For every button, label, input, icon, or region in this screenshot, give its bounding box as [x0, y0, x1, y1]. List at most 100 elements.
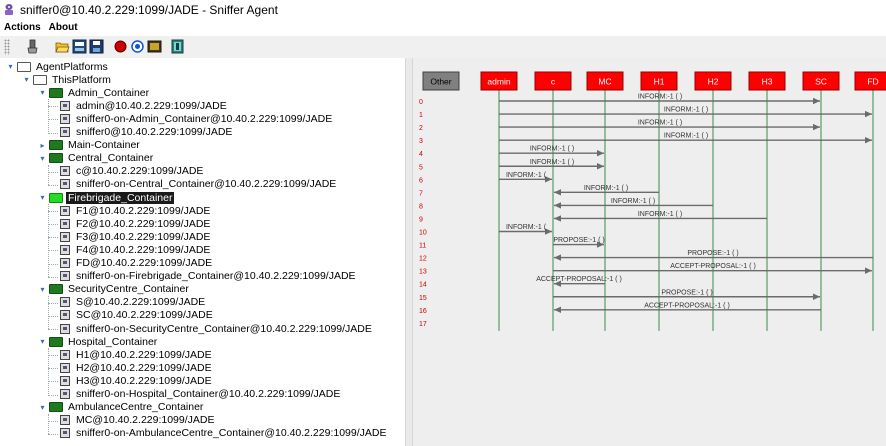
tree-node-label: sniffer0@10.40.2.229:1099/JADE [76, 126, 233, 138]
tree-agent-node[interactable]: F3@10.40.2.229:1099/JADE [60, 230, 212, 243]
container-icon [49, 284, 63, 295]
agent-icon [60, 271, 70, 282]
agent-icon [60, 244, 70, 255]
expanded-toggle-icon[interactable]: ▾ [38, 285, 47, 294]
agent-box-label: H1 [654, 77, 665, 87]
menu-bar: Actions About [0, 19, 886, 35]
tree-folder-node[interactable]: ▾ ThisPlatform [22, 73, 113, 86]
folder-icon [33, 74, 47, 85]
tree-connector-line [48, 106, 58, 108]
sniffer-canvas[interactable]: Other admin c MC H1 H2 H3 SC FD 0 INFORM:-1 ( ) 1 IN… [413, 58, 886, 446]
tree-connector-line [48, 276, 58, 278]
tree-agent-node[interactable]: admin@10.40.2.229:1099/JADE [60, 99, 229, 112]
tree-agent-node[interactable]: sniffer0-on-Central_Container@10.40.2.22… [60, 178, 338, 191]
tree-agent-node[interactable]: c@10.40.2.229:1099/JADE [60, 165, 205, 178]
message-label: PROPOSE:-1 ( ) [661, 289, 712, 296]
title-bar: sniffer0@10.40.2.229:1099/JADE - Sniffer… [0, 0, 886, 19]
expanded-toggle-icon[interactable]: ▾ [6, 62, 15, 71]
tree-agent-node[interactable]: sniffer0-on-SecurityCentre_Container@10.… [60, 322, 374, 335]
message-row-number: 10 [419, 230, 427, 237]
tree-container-node[interactable]: ▾ SecurityCentre_Container [38, 283, 191, 296]
agent-tree[interactable]: ▾ AgentPlatforms ▾ ThisPlatform ▾ Admin_Conta… [0, 58, 405, 446]
collapsed-toggle-icon[interactable]: ▸ [38, 141, 47, 150]
agent-box-label: MC [598, 77, 611, 87]
tree-connector-line [48, 237, 58, 239]
container-icon [49, 87, 63, 98]
agent-icon [60, 389, 70, 399]
tree-node-label: Hospital_Container [68, 335, 158, 348]
clear-canvas-icon[interactable] [25, 39, 40, 54]
tree-folder-node[interactable]: ▾ AgentPlatforms [6, 60, 110, 73]
agent-icon [60, 166, 70, 177]
record-icon[interactable] [113, 39, 128, 54]
tree-connector-line [48, 295, 49, 329]
container-icon [49, 153, 63, 164]
tree-connector-line [48, 368, 58, 370]
tree-connector-line [48, 132, 58, 134]
message-sequence-diagram: Other admin c MC H1 H2 H3 SC FD0INFORM:-1 ( )1IN… [419, 71, 886, 331]
expanded-toggle-icon[interactable]: ▾ [38, 193, 47, 202]
tree-node-label: S@10.40.2.229:1099/JADE [76, 296, 206, 309]
tree-node-label: SC@10.40.2.229:1099/JADE [76, 309, 213, 322]
agent-icon [60, 310, 70, 321]
message-label: ACCEPT-PROPOSAL:-1 ( ) [644, 302, 730, 309]
tree-agent-node[interactable]: H3@10.40.2.229:1099/JADE [60, 374, 214, 387]
tree-agent-node[interactable]: sniffer0-on-Hospital_Container@10.40.2.2… [60, 388, 342, 401]
expanded-toggle-icon[interactable]: ▾ [38, 403, 47, 412]
message-label: INFORM:-1 ( [506, 172, 547, 179]
exit-door-icon[interactable] [170, 39, 185, 54]
tree-agent-node[interactable]: sniffer0@10.40.2.229:1099/JADE [60, 126, 234, 139]
message-label: INFORM:-1 ( [506, 224, 547, 231]
tree-connector-line [48, 394, 58, 396]
toolbar [0, 36, 886, 59]
message-label: INFORM:-1 ( ) [611, 198, 655, 205]
menu-about[interactable]: About [49, 22, 78, 33]
tree-node-label: F2@10.40.2.229:1099/JADE [76, 217, 211, 230]
tree-agent-node[interactable]: sniffer0-on-Admin_Container@10.40.2.229:… [60, 112, 334, 125]
message-row-number: 4 [419, 151, 423, 158]
toolbar-grip[interactable] [4, 39, 10, 55]
tree-node-label: sniffer0-on-AmbulanceCentre_Container@10… [76, 427, 387, 440]
agent-icon [60, 100, 70, 111]
tree-node-label: AgentPlatforms [36, 60, 108, 73]
message-label: INFORM:-1 ( ) [638, 94, 682, 101]
tree-agent-node[interactable]: H1@10.40.2.229:1099/JADE [60, 348, 214, 361]
tree-agent-node[interactable]: SC@10.40.2.229:1099/JADE [60, 309, 215, 322]
tree-agent-node[interactable]: FD@10.40.2.229:1099/JADE [60, 257, 214, 270]
tree-container-node[interactable]: ▾ Admin_Container [38, 86, 151, 99]
tree-node-label: sniffer0-on-Hospital_Container@10.40.2.2… [76, 388, 341, 400]
tree-container-node[interactable]: ▾ Central_Container [38, 152, 155, 165]
tree-agent-node[interactable]: H2@10.40.2.229:1099/JADE [60, 361, 214, 374]
tree-connector-line [48, 355, 58, 357]
tree-connector-line [48, 413, 49, 434]
expanded-toggle-icon[interactable]: ▾ [38, 154, 47, 163]
tree-agent-node[interactable]: sniffer0-on-Firebrigade_Container@10.40.… [60, 270, 358, 283]
open-folder-icon[interactable] [55, 39, 70, 54]
tree-node-label: sniffer0-on-Central_Container@10.40.2.22… [76, 178, 337, 191]
tree-container-node[interactable]: ▾ AmbulanceCentre_Container [38, 401, 205, 414]
tree-container-node[interactable]: ▾ Firebrigade_Container [38, 191, 175, 204]
tree-agent-node[interactable]: F1@10.40.2.229:1099/JADE [60, 204, 212, 217]
tree-agent-node[interactable]: sniffer0-on-AmbulanceCentre_Container@10… [60, 427, 389, 440]
save-icon[interactable] [89, 39, 104, 54]
sniff-on-icon[interactable] [130, 39, 145, 54]
expanded-toggle-icon[interactable]: ▾ [38, 88, 47, 97]
tree-agent-node[interactable]: F2@10.40.2.229:1099/JADE [60, 217, 212, 230]
message-label: INFORM:-1 ( ) [638, 211, 682, 218]
tree-connector-line [48, 211, 58, 213]
tree-connector-line [48, 381, 58, 383]
agent-icon [60, 179, 70, 190]
expanded-toggle-icon[interactable]: ▾ [22, 75, 31, 84]
tree-agent-node[interactable]: MC@10.40.2.229:1099/JADE [60, 414, 217, 427]
tree-node-label: F4@10.40.2.229:1099/JADE [76, 243, 211, 256]
tree-agent-node[interactable]: F4@10.40.2.229:1099/JADE [60, 243, 212, 256]
tree-agent-node[interactable]: S@10.40.2.229:1099/JADE [60, 296, 207, 309]
split-pane-divider[interactable] [405, 58, 413, 446]
expanded-toggle-icon[interactable]: ▾ [38, 337, 47, 346]
display-log-icon[interactable] [72, 39, 87, 54]
menu-actions[interactable]: Actions [4, 22, 41, 33]
filter-icon[interactable] [147, 39, 162, 54]
tree-container-node[interactable]: ▸ Main-Container [38, 139, 142, 152]
tree-container-node[interactable]: ▾ Hospital_Container [38, 335, 159, 348]
message-label: INFORM:-1 ( ) [584, 185, 628, 192]
